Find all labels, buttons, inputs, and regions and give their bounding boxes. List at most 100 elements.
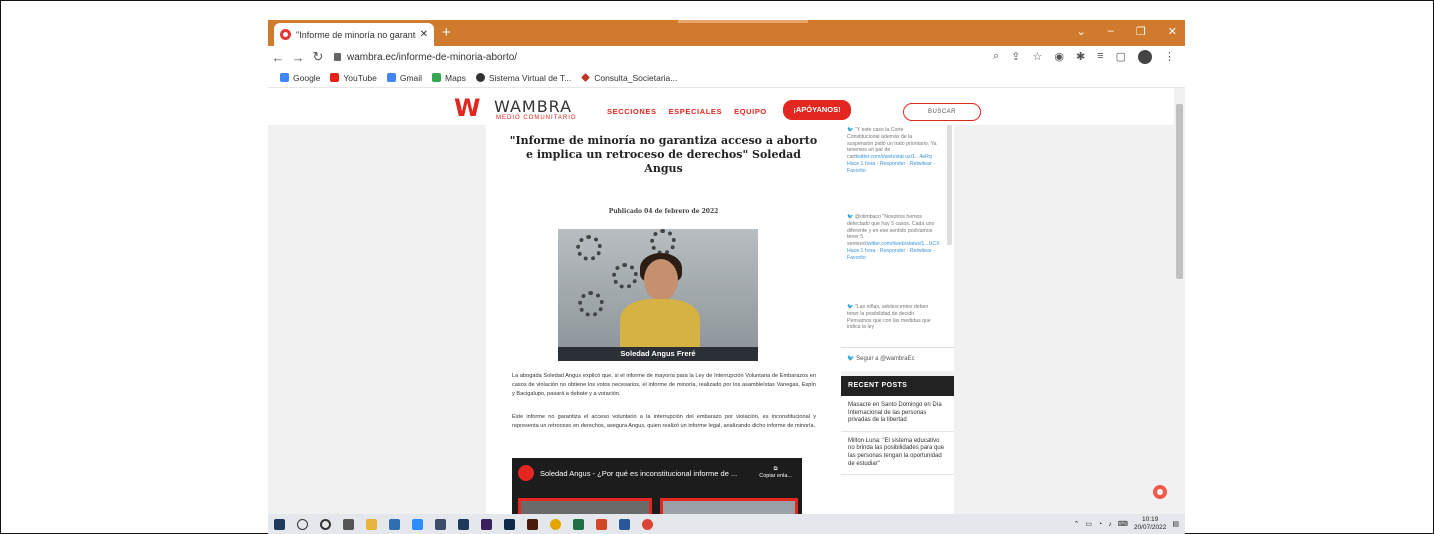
word-icon[interactable] — [619, 518, 630, 530]
minimize-icon[interactable]: – — [1108, 25, 1114, 38]
browser-window: "Informe de minoría no garantiza ✕ + ⌄ –… — [268, 20, 1185, 534]
toolbar-icons: ⌕ ⇪ ☆ ◉ ✱ ≡ ▢ ⋮ — [993, 50, 1175, 64]
address-bar[interactable]: wambra.ec/informe-de-minoria-aborto/ — [334, 52, 517, 63]
close-tab-icon[interactable]: ✕ — [420, 29, 428, 40]
illustrator-icon[interactable] — [527, 518, 538, 530]
recent-posts: RECENT POSTS Masacre en Santo Domingo en… — [841, 376, 954, 516]
new-tab-icon[interactable]: + — [442, 24, 451, 41]
site-nav: SECCIONES ESPECIALES EQUIPO — [607, 107, 767, 116]
premiere-icon[interactable] — [481, 518, 492, 530]
recent-post-link[interactable]: Masacre en Santo Domingo en Día Internac… — [841, 396, 954, 432]
wifi-icon[interactable]: ◔ — [1098, 521, 1102, 528]
battery-icon[interactable]: ▭ — [1085, 520, 1092, 528]
twitter-widget: 🐦 "Y este caso la Corte Constitucional a… — [841, 125, 954, 371]
browser-toolbar: ← → ↻ wambra.ec/informe-de-minoria-abort… — [268, 46, 1185, 68]
embedded-video[interactable]: Soledad Angus - ¿Por qué es inconstituci… — [512, 458, 802, 516]
search-icon[interactable] — [297, 518, 308, 530]
powerpoint-icon[interactable] — [596, 518, 607, 530]
bookmark-sistema-virtual[interactable]: Sistema Virtual de T... — [475, 73, 571, 83]
person-face — [644, 259, 678, 301]
side-panel-icon[interactable]: ▢ — [1116, 50, 1126, 64]
chrome-canary-icon[interactable] — [550, 518, 561, 530]
wambra-logo-icon[interactable]: W — [454, 94, 480, 122]
web-page: W WAMBRA MEDIO COMUNITARIO SECCIONES ESP… — [268, 88, 1174, 516]
floating-chat-button[interactable] — [1153, 485, 1167, 499]
file-explorer-icon[interactable] — [366, 518, 377, 530]
sidebar: 🐦 "Y este caso la Corte Constitucional a… — [841, 125, 954, 516]
twitter-widget-scrollbar[interactable] — [947, 125, 952, 245]
search-button[interactable]: BUSCAR — [903, 103, 981, 121]
site-logo-subtitle: MEDIO COMUNITARIO — [496, 115, 577, 121]
tweet-actions[interactable]: Hace 1 hora · Responder · Retwitear · Fa… — [847, 248, 935, 261]
site-header: W WAMBRA MEDIO COMUNITARIO SECCIONES ESP… — [268, 88, 1174, 125]
twitter-bird-icon: 🐦 — [847, 304, 854, 310]
start-windows-icon[interactable] — [274, 518, 285, 530]
puzzle-icon[interactable]: ✱ — [1076, 50, 1085, 64]
photos-icon[interactable] — [435, 518, 446, 530]
zoom-app-icon[interactable] — [412, 518, 423, 530]
follow-twitter-link[interactable]: 🐦 Seguir a @wambraEc — [841, 347, 954, 369]
tweet-actions[interactable]: Hace 1 hora · Responder · Retwitear · Fa… — [847, 161, 935, 174]
nav-equipo[interactable]: EQUIPO — [734, 107, 767, 116]
excel-icon[interactable] — [573, 518, 584, 530]
url-text: wambra.ec/informe-de-minoria-aborto/ — [347, 51, 518, 63]
zoom-icon[interactable]: ⌕ — [993, 50, 999, 64]
twitter-bird-icon: 🐦 — [847, 356, 855, 362]
tab-indicator — [678, 20, 808, 23]
restore-icon[interactable]: ❐ — [1136, 25, 1146, 38]
article-paragraph-2: Este informe no garantiza el acceso volu… — [512, 414, 816, 429]
google-icon — [280, 73, 289, 82]
decor-mirror — [578, 291, 604, 317]
publish-date: Publicado 04 de febrero de 2022 — [608, 208, 719, 215]
lightroom-icon[interactable] — [458, 518, 469, 530]
youtube-icon — [330, 73, 340, 82]
cortana-icon[interactable] — [320, 518, 331, 530]
share-icon[interactable]: ⇪ — [1011, 50, 1020, 64]
twitter-bird-icon: 🐦 — [847, 214, 854, 220]
notifications-icon[interactable]: ▤ — [1172, 520, 1179, 528]
support-button[interactable]: ¡APÓYANOS! — [783, 100, 851, 120]
keyboard-icon[interactable]: ⌨ — [1118, 520, 1128, 528]
tab-strip: "Informe de minoría no garantiza ✕ + ⌄ –… — [268, 20, 1185, 46]
tweet-link[interactable]: twitter.com/i/web/status/1...UCX — [866, 241, 939, 247]
close-window-icon[interactable]: ✕ — [1168, 25, 1177, 38]
bookmark-maps[interactable]: Maps — [432, 73, 466, 83]
active-tab[interactable]: "Informe de minoría no garantiza ✕ — [274, 23, 434, 46]
chrome-icon[interactable] — [642, 518, 653, 530]
nav-secciones[interactable]: SECCIONES — [607, 107, 657, 116]
bookmark-google[interactable]: Google — [280, 73, 320, 83]
tweet-link[interactable]: twitter.com/i/web/stat us/1...4eRq — [856, 154, 932, 160]
profile-avatar[interactable] — [1138, 50, 1152, 64]
maps-icon — [432, 73, 442, 82]
reload-icon[interactable]: ↻ — [308, 49, 328, 65]
recent-post-link[interactable]: Milton Luna: "El sistema educativo no br… — [841, 432, 954, 476]
clock[interactable]: 10:19 20/07/2022 — [1134, 516, 1167, 532]
site-logo-text[interactable]: WAMBRA — [494, 97, 572, 116]
lock-icon — [334, 53, 341, 61]
store-icon[interactable] — [389, 518, 400, 530]
tweet: 🐦 @olimbaco "Nosotros hemos detectado qu… — [847, 214, 940, 261]
reading-list-icon[interactable]: ≡ — [1097, 50, 1103, 64]
nav-especiales[interactable]: ESPECIALES — [669, 107, 723, 116]
forward-icon[interactable]: → — [288, 50, 308, 65]
bookmark-youtube[interactable]: YouTube — [330, 73, 377, 83]
diamond-icon — [581, 73, 591, 82]
bookmark-gmail[interactable]: Gmail — [386, 73, 422, 83]
article-title: "Informe de minoría no garantiza acceso … — [509, 134, 818, 175]
volume-icon[interactable]: ♪ — [1108, 521, 1112, 528]
clock-date: 20/07/2022 — [1133, 524, 1167, 531]
copy-link-button[interactable]: ⧉ Copiar enla... — [759, 466, 792, 479]
menu-icon[interactable]: ⋮ — [1164, 50, 1175, 64]
article: "Informe de minoría no garantiza acceso … — [486, 125, 841, 516]
page-scrollbar[interactable] — [1174, 88, 1185, 516]
bookmark-star-icon[interactable]: ☆ — [1032, 50, 1042, 64]
video-title[interactable]: Soledad Angus - ¿Por qué es inconstituci… — [540, 469, 737, 478]
photoshop-icon[interactable] — [504, 518, 515, 530]
back-icon[interactable]: ← — [268, 50, 288, 65]
tab-search-icon[interactable]: ⌄ — [1077, 25, 1086, 38]
extension-icon[interactable]: ◉ — [1054, 50, 1064, 64]
network-status-icon[interactable]: ⌃ — [1073, 520, 1079, 528]
task-view-icon[interactable] — [343, 518, 354, 530]
bookmark-consulta-societaria[interactable]: Consulta_Societaria... — [581, 73, 677, 83]
scrollbar-thumb[interactable] — [1176, 104, 1183, 279]
